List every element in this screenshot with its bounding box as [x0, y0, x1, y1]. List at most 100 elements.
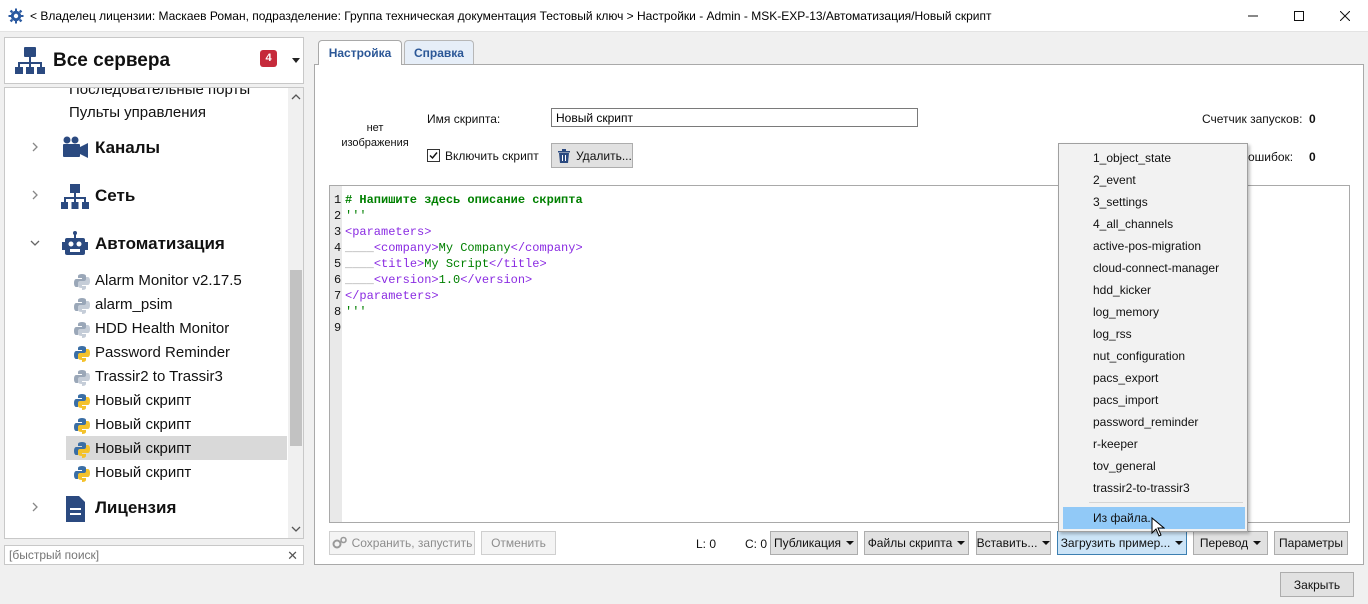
script-image-placeholder[interactable]: нет изображения — [336, 121, 414, 151]
python-icon — [74, 442, 90, 458]
camera-icon — [63, 136, 88, 158]
delete-button[interactable]: Удалить... — [551, 143, 633, 168]
python-icon — [74, 466, 90, 482]
tree-item-license[interactable]: Лицензия — [5, 496, 288, 522]
launch-counter-label: Счетчик запусков: — [1202, 112, 1303, 126]
minimize-button[interactable] — [1230, 0, 1276, 32]
menu-item[interactable]: log_memory — [1059, 301, 1247, 323]
errors-label: ошибок: — [1248, 150, 1294, 164]
close-window-button[interactable] — [1322, 0, 1368, 32]
python-icon — [74, 418, 90, 434]
save-run-button[interactable]: Сохранить, запустить — [329, 531, 475, 555]
chevron-right-icon[interactable] — [30, 502, 40, 512]
params-button[interactable]: Параметры — [1274, 531, 1348, 555]
tree-item-network[interactable]: Сеть — [5, 184, 288, 209]
menu-item[interactable]: log_rss — [1059, 323, 1247, 345]
line-indicator: L: 0 — [696, 537, 717, 551]
menu-separator — [1089, 502, 1243, 503]
window-title: < Владелец лицензии: Маскаев Роман, подр… — [30, 9, 992, 23]
maximize-button[interactable] — [1276, 0, 1322, 32]
chevron-right-icon[interactable] — [30, 190, 40, 200]
python-grey-icon — [74, 274, 90, 290]
column-indicator: C: 0 — [745, 537, 768, 551]
cancel-button[interactable]: Отменить — [481, 531, 556, 555]
tree-item-script[interactable]: Trassir2 to Trassir3 — [5, 365, 288, 389]
tree-item-script[interactable]: HDD Health Monitor — [5, 317, 288, 341]
menu-item[interactable]: cloud-connect-manager — [1059, 257, 1247, 279]
enable-script-label[interactable]: Включить скрипт — [445, 149, 539, 163]
menu-item[interactable]: 1_object_state — [1059, 147, 1247, 169]
tree-item-script[interactable]: Новый скрипт — [5, 389, 288, 413]
menu-item[interactable]: pacs_export — [1059, 367, 1247, 389]
tree-item-script[interactable]: Новый скрипт — [5, 413, 288, 437]
load-example-menu: 1_object_state 2_event 3_settings 4_all_… — [1058, 143, 1248, 532]
python-grey-icon — [74, 370, 90, 386]
script-files-label: Файлы скрипта — [867, 536, 953, 550]
chevron-down-icon[interactable] — [291, 524, 301, 534]
tree-item-script[interactable]: Alarm Monitor v2.17.5 — [5, 269, 288, 293]
tree-item-script-selected[interactable]: Новый скрипт — [5, 437, 288, 461]
checkmark-icon — [429, 152, 438, 160]
clear-icon[interactable]: ✕ — [287, 548, 298, 564]
menu-item[interactable]: 4_all_channels — [1059, 213, 1247, 235]
gears-icon — [332, 536, 347, 549]
tree-item-serial-ports[interactable]: Последовательные порты — [5, 88, 288, 103]
code-line: 6 ____<version>1.0</version> — [334, 273, 533, 287]
chevron-down-icon[interactable] — [292, 58, 300, 63]
menu-item[interactable]: trassir2-to-trassir3 — [1059, 477, 1247, 499]
servers-badge: 4 — [260, 50, 277, 67]
menu-item[interactable]: password_reminder — [1059, 411, 1247, 433]
quick-search-input[interactable] — [7, 547, 277, 563]
insert-label: Вставить... — [976, 536, 1038, 550]
servers-title: Все сервера — [53, 50, 171, 71]
document-icon — [66, 496, 85, 522]
translate-label: Перевод — [1199, 536, 1249, 550]
tab-help[interactable]: Справка — [404, 40, 474, 64]
tab-settings[interactable]: Настройка — [318, 40, 402, 65]
tree-scrollbar[interactable] — [288, 88, 303, 538]
chevron-down-icon — [1175, 541, 1184, 545]
close-button[interactable]: Закрыть — [1280, 572, 1354, 597]
menu-item[interactable]: 3_settings — [1059, 191, 1247, 213]
chevron-right-icon[interactable] — [30, 142, 40, 152]
menu-item[interactable]: tov_general — [1059, 455, 1247, 477]
translate-dropdown[interactable]: Перевод — [1193, 531, 1268, 555]
save-run-label: Сохранить, запустить — [351, 536, 473, 550]
tree-item-remote-controls[interactable]: Пульты управления — [5, 102, 288, 126]
servers-selector[interactable]: Все сервера 4 — [4, 37, 304, 84]
chevron-down-icon — [957, 541, 966, 545]
code-line: 3 <parameters> — [334, 225, 432, 239]
menu-item[interactable]: hdd_kicker — [1059, 279, 1247, 301]
menu-item[interactable]: active-pos-migration — [1059, 235, 1247, 257]
code-line: 1 # Напишите здесь описание скрипта — [334, 193, 583, 207]
publication-dropdown[interactable]: Публикация — [770, 531, 858, 555]
code-line: 9 — [334, 321, 342, 335]
menu-item[interactable]: nut_configuration — [1059, 345, 1247, 367]
trash-icon — [558, 148, 570, 163]
close-icon — [1340, 11, 1350, 21]
tree-item-script[interactable]: Password Reminder — [5, 341, 288, 365]
load-example-label: Загрузить пример... — [1060, 536, 1171, 550]
errors-value: 0 — [1309, 150, 1316, 164]
enable-script-checkbox[interactable] — [427, 149, 440, 162]
tree-item-automation[interactable]: Автоматизация — [5, 231, 288, 256]
chevron-up-icon[interactable] — [291, 92, 301, 102]
insert-dropdown[interactable]: Вставить... — [976, 531, 1051, 555]
script-name-input[interactable] — [551, 108, 918, 127]
robot-icon — [62, 231, 88, 255]
code-line: 5 ____<title>My Script</title> — [334, 257, 547, 271]
scrollbar-thumb[interactable] — [290, 270, 302, 446]
quick-search: ✕ — [4, 545, 304, 565]
tree-item-script[interactable]: Новый скрипт — [5, 461, 288, 485]
chevron-down-icon — [1253, 541, 1262, 545]
menu-item[interactable]: pacs_import — [1059, 389, 1247, 411]
load-example-dropdown[interactable]: Загрузить пример... — [1057, 531, 1187, 555]
menu-item[interactable]: 2_event — [1059, 169, 1247, 191]
script-files-dropdown[interactable]: Файлы скрипта — [864, 531, 969, 555]
tree-item-script[interactable]: alarm_psim — [5, 293, 288, 317]
tree-item-channels[interactable]: Каналы — [5, 136, 288, 160]
chevron-down-icon — [846, 541, 855, 545]
code-line: 4 ____<company>My Company</company> — [334, 241, 583, 255]
chevron-down-icon[interactable] — [30, 238, 40, 248]
menu-item[interactable]: r-keeper — [1059, 433, 1247, 455]
